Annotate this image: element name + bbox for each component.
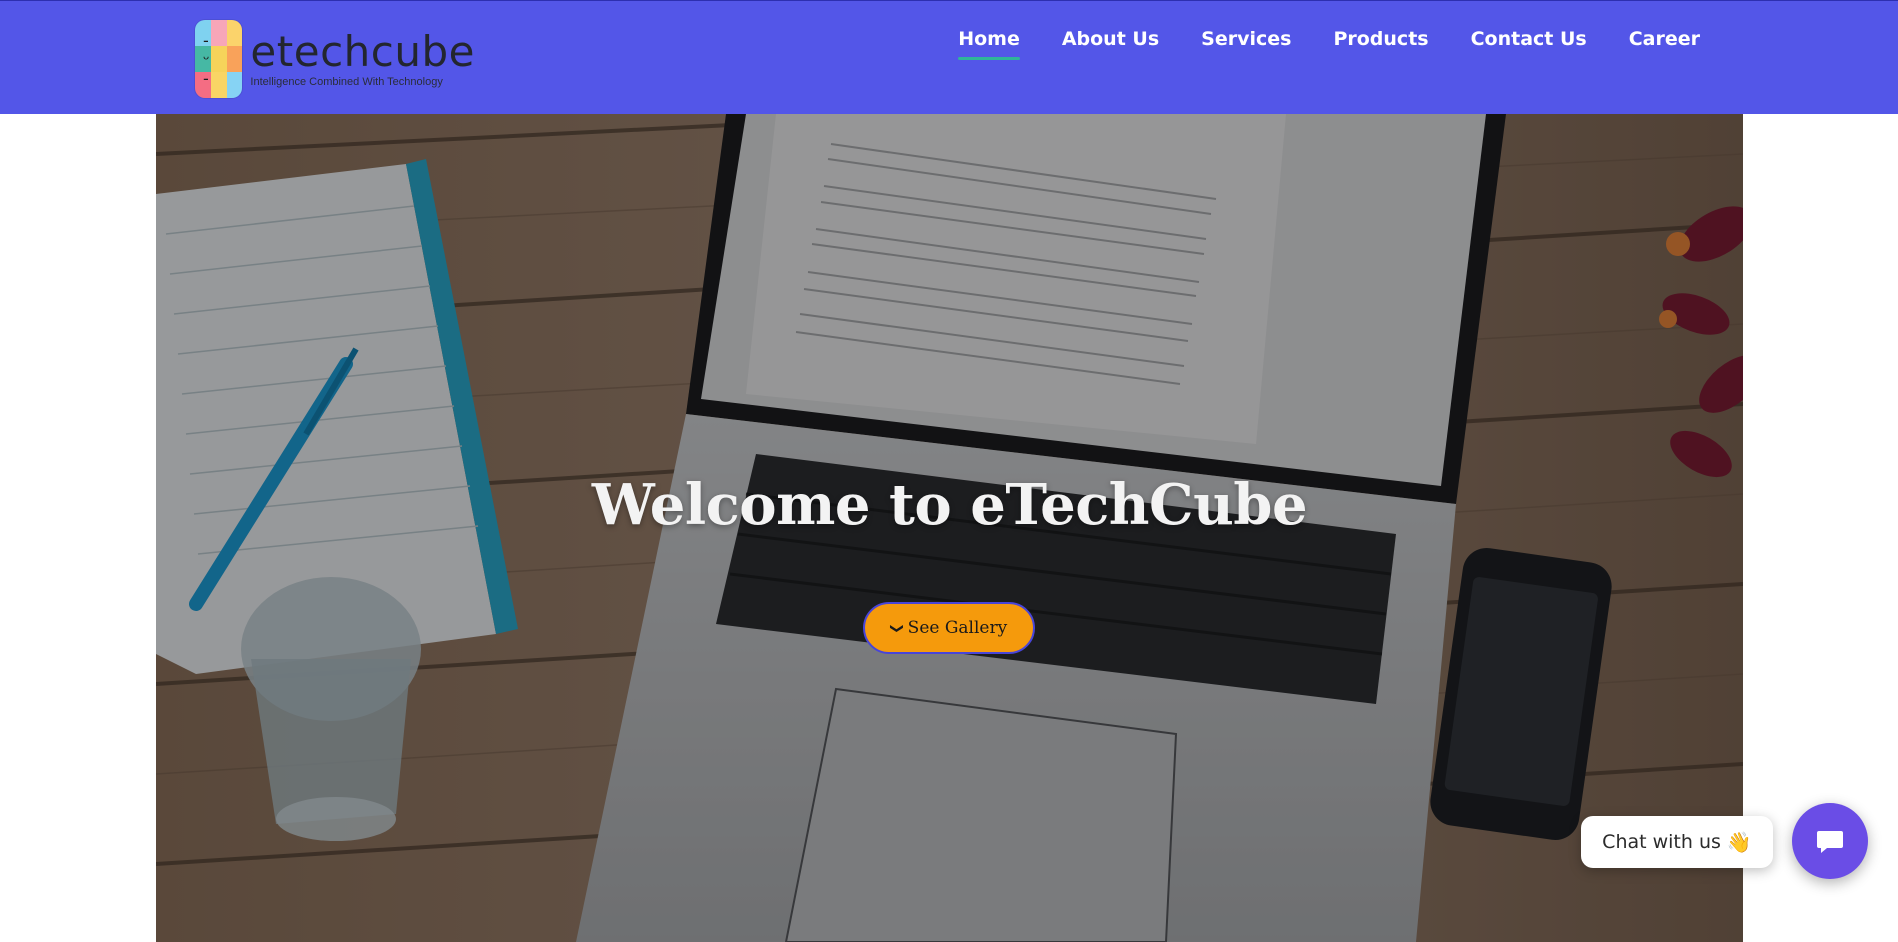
top-navbar: - ᵕ - etechcube Intelligence Combined Wi… — [0, 0, 1898, 114]
see-gallery-label: See Gallery — [907, 618, 1008, 638]
chat-launcher-button[interactable] — [1792, 803, 1868, 879]
hero-section: Welcome to eTechCube ❯ See Gallery — [156, 114, 1743, 942]
main-nav: Home About Us Services Products Contact … — [916, 28, 1700, 60]
chevron-down-icon: ❯ — [888, 622, 904, 634]
nav-item-services[interactable]: Services — [1201, 28, 1291, 60]
see-gallery-button[interactable]: ❯ See Gallery — [863, 602, 1035, 654]
logo-face: - ᵕ - — [203, 30, 220, 88]
brand-tagline: Intelligence Combined With Technology — [250, 76, 443, 88]
chat-with-us-bubble[interactable]: Chat with us 👋 — [1581, 816, 1773, 868]
nav-item-products[interactable]: Products — [1333, 28, 1428, 60]
waving-hand-icon: 👋 — [1726, 830, 1752, 854]
brand-logo[interactable]: - ᵕ - etechcube Intelligence Combined Wi… — [195, 19, 475, 99]
chat-bubble-icon — [1817, 831, 1843, 853]
nav-item-about-us[interactable]: About Us — [1062, 28, 1159, 60]
nav-item-contact-us[interactable]: Contact Us — [1471, 28, 1587, 60]
chat-prompt-text: Chat with us — [1602, 831, 1721, 853]
brand-name: etechcube — [250, 27, 475, 76]
logo-cube-icon: - ᵕ - — [195, 20, 243, 98]
hero-title: Welcome to eTechCube — [591, 472, 1308, 538]
nav-item-career[interactable]: Career — [1629, 28, 1700, 60]
logo-text: etechcube Intelligence Combined With Tec… — [250, 27, 475, 89]
nav-item-home[interactable]: Home — [958, 28, 1020, 60]
